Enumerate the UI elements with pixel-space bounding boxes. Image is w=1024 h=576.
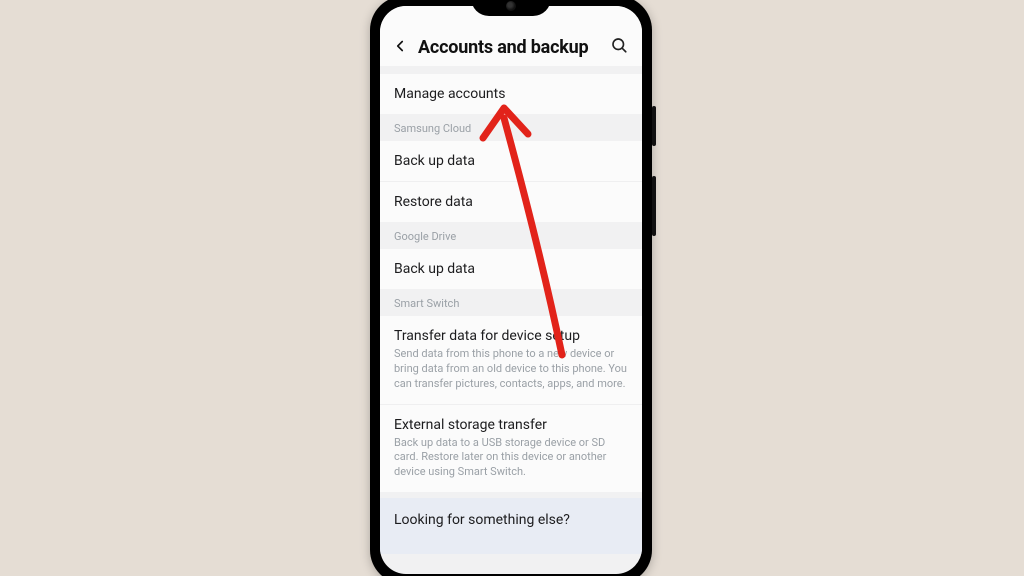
search-icon <box>610 36 628 54</box>
row-label: Manage accounts <box>394 86 628 102</box>
section-samsung-cloud: Samsung Cloud <box>380 114 642 141</box>
row-backup-data-google[interactable]: Back up data <box>380 249 642 289</box>
row-description: Send data from this phone to a new devic… <box>394 347 628 392</box>
row-label: External storage transfer <box>394 417 628 433</box>
page-title: Accounts and backup <box>418 37 606 58</box>
row-transfer-data[interactable]: Transfer data for device setup Send data… <box>380 316 642 405</box>
settings-list: Manage accounts Samsung Cloud Back up da… <box>380 66 642 554</box>
section-smart-switch: Smart Switch <box>380 289 642 316</box>
search-button[interactable] <box>606 32 632 58</box>
row-restore-data[interactable]: Restore data <box>380 182 642 222</box>
front-camera <box>506 1 516 11</box>
footer-question: Looking for something else? <box>394 512 628 528</box>
row-manage-accounts[interactable]: Manage accounts <box>380 74 642 114</box>
row-label: Restore data <box>394 194 628 210</box>
row-backup-data-samsung[interactable]: Back up data <box>380 141 642 182</box>
phone-notch <box>471 0 551 16</box>
row-external-storage[interactable]: External storage transfer Back up data t… <box>380 405 642 493</box>
row-label: Back up data <box>394 261 628 277</box>
row-label: Back up data <box>394 153 628 169</box>
back-button[interactable] <box>388 34 412 58</box>
row-description: Back up data to a USB storage device or … <box>394 436 628 481</box>
phone-frame: Accounts and backup Manage accounts Sams… <box>370 0 652 576</box>
footer-block[interactable]: Looking for something else? <box>380 498 642 554</box>
row-label: Transfer data for device setup <box>394 328 628 344</box>
phone-screen: Accounts and backup Manage accounts Sams… <box>380 6 642 574</box>
chevron-left-icon <box>391 37 409 55</box>
section-google-drive: Google Drive <box>380 222 642 249</box>
spacer <box>380 66 642 74</box>
